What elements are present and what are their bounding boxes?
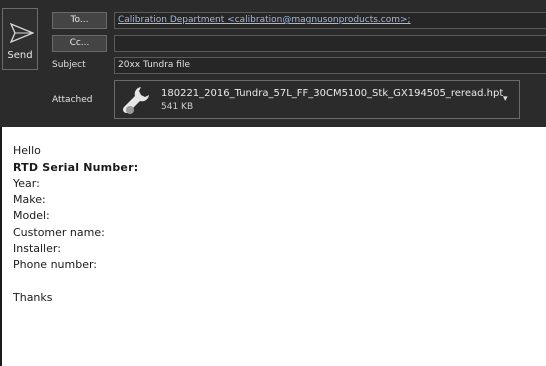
attachment-dropdown-icon[interactable]: ▾ xyxy=(503,94,508,104)
phone-number-line: Phone number: xyxy=(13,258,98,271)
send-label: Send xyxy=(7,50,33,61)
year-line: Year: xyxy=(13,177,40,190)
installer-line: Installer: xyxy=(13,242,61,255)
customer-name-line: Customer name: xyxy=(13,226,105,239)
closing-text: Thanks xyxy=(13,291,53,304)
attachment-item[interactable]: 180221_2016_Tundra_57L_FF_30CM5100_Stk_G… xyxy=(114,80,520,119)
make-line: Make: xyxy=(13,193,46,206)
attachment-size: 541 KB xyxy=(161,102,194,112)
send-icon xyxy=(10,23,34,43)
send-button[interactable]: Send xyxy=(2,8,38,70)
wrench-icon xyxy=(122,87,149,114)
model-line: Model: xyxy=(13,209,50,222)
to-button[interactable]: To... xyxy=(52,12,107,29)
to-recipient[interactable]: Calibration Department <calibration@magn… xyxy=(118,15,411,25)
to-field[interactable]: Calibration Department <calibration@magn… xyxy=(114,12,546,29)
greeting-text: Hello xyxy=(13,144,41,157)
subject-label: Subject xyxy=(52,60,86,70)
compose-header: Send To... Calibration Department <calib… xyxy=(0,0,546,127)
attached-label: Attached xyxy=(52,95,93,105)
attachment-name: 180221_2016_Tundra_57L_FF_30CM5100_Stk_G… xyxy=(161,88,504,99)
cc-button[interactable]: Cc... xyxy=(52,35,107,52)
subject-field[interactable]: 20xx Tundra file xyxy=(114,57,546,74)
serial-number-line: RTD Serial Number: xyxy=(13,161,139,174)
cc-field[interactable] xyxy=(114,35,546,52)
message-body[interactable]: Hello RTD Serial Number: Year: Make: Mod… xyxy=(0,127,546,366)
